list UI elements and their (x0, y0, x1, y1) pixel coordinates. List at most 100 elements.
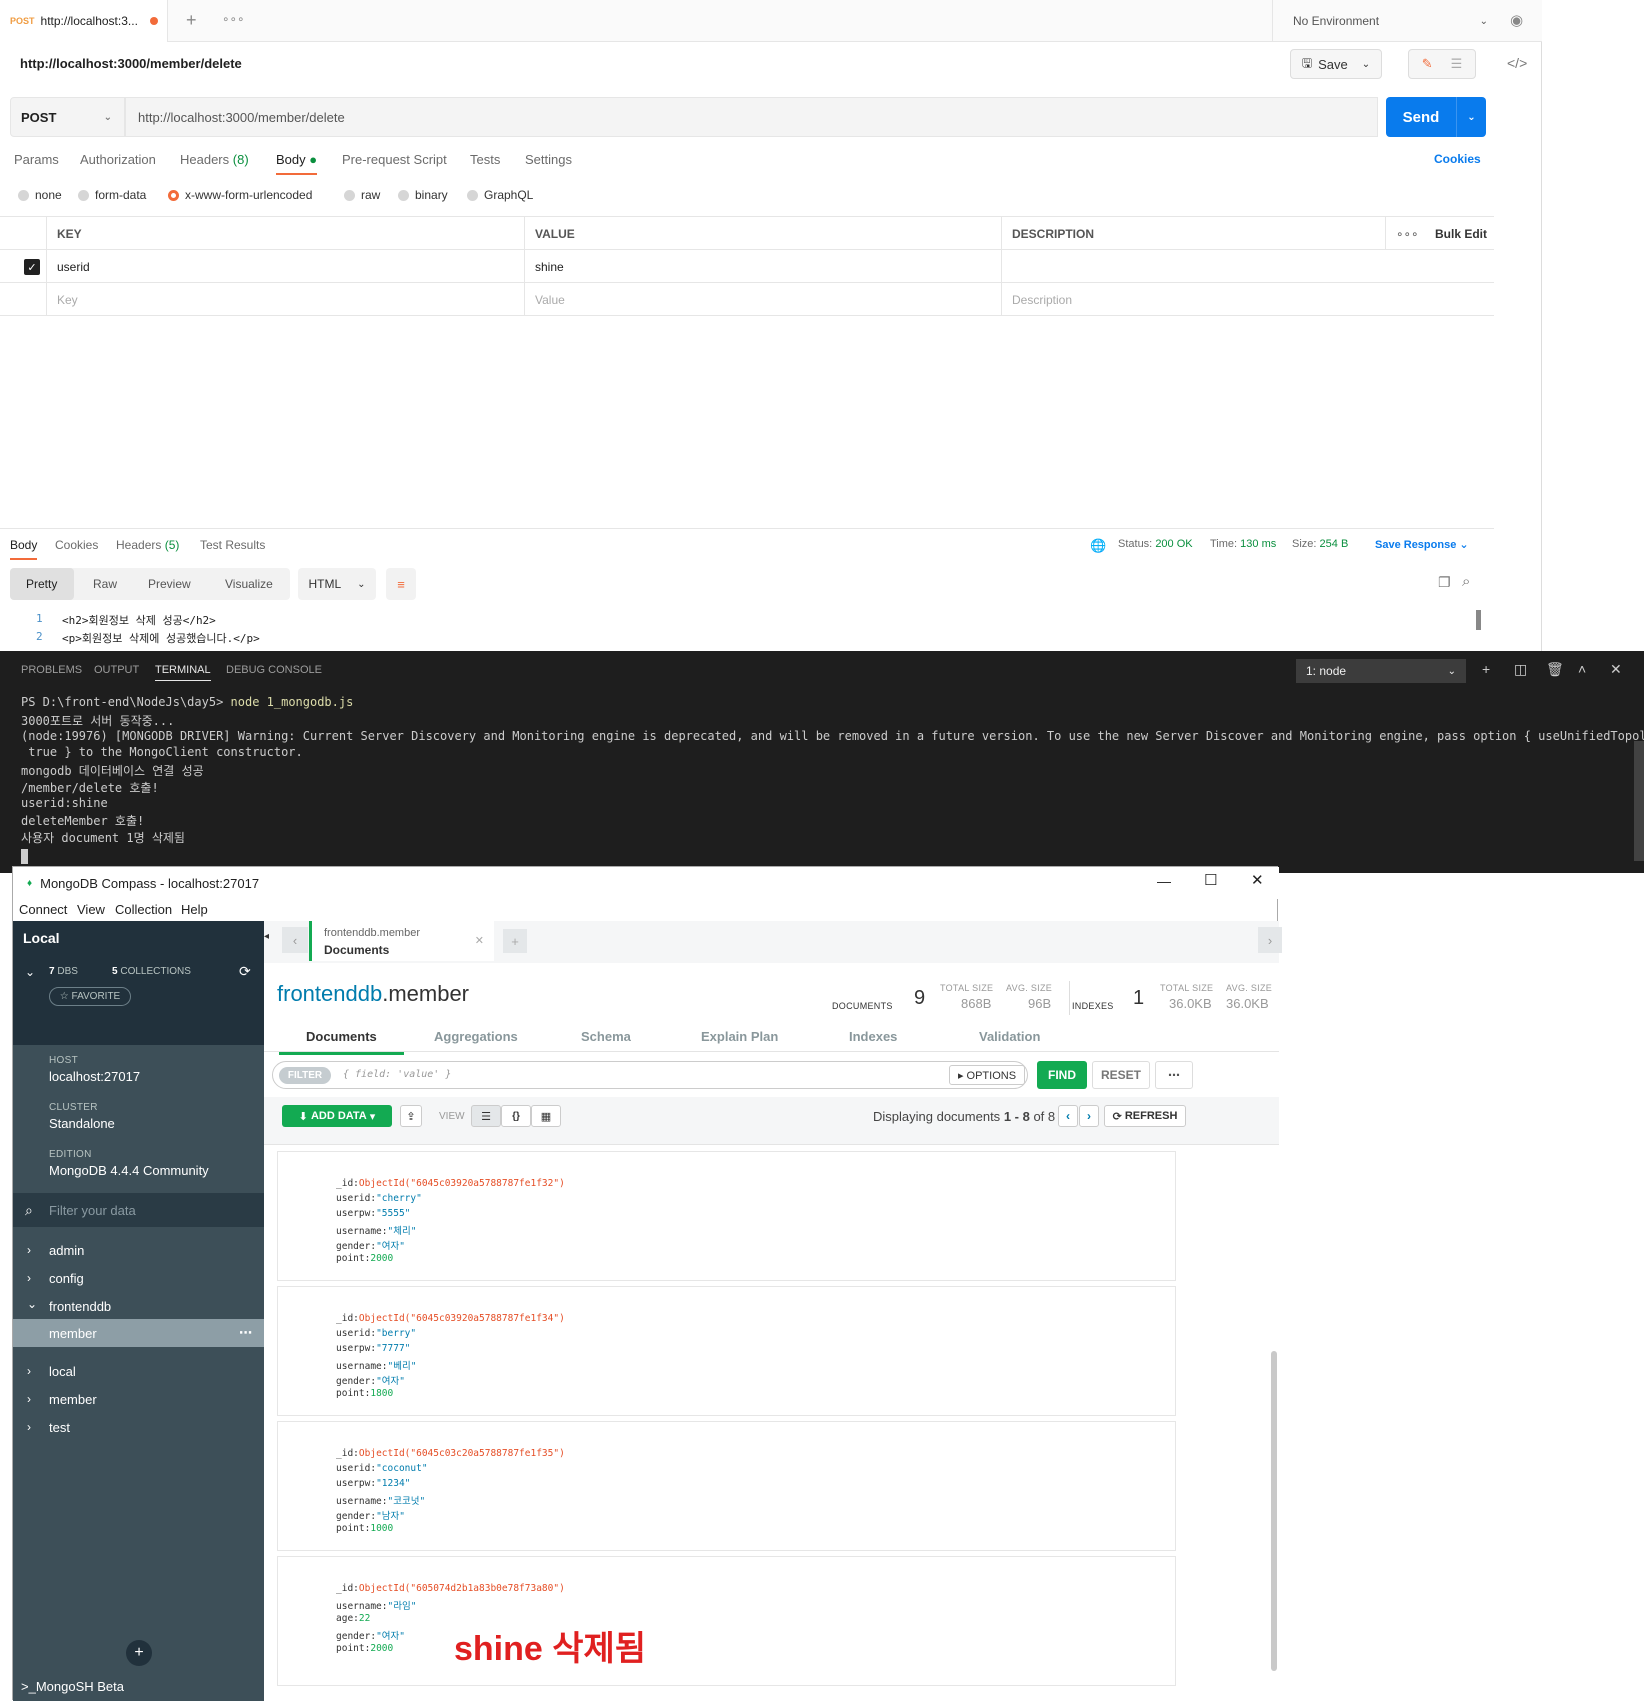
description-placeholder[interactable]: Description (1001, 283, 1494, 316)
chevron-right-icon[interactable]: › (27, 1271, 31, 1285)
radio-none[interactable]: none (18, 188, 62, 202)
radio-raw[interactable]: raw (344, 188, 380, 202)
document-card[interactable]: _id:ObjectId("6045c03c20a5788787fe1f35")… (277, 1421, 1176, 1551)
document-card[interactable]: _id:ObjectId("605074d2b1a83b0e78f73a80")… (277, 1556, 1176, 1686)
bulk-edit-button[interactable]: Bulk Edit (1425, 217, 1494, 250)
tab-headers[interactable]: Headers (8) (180, 152, 249, 167)
close-icon[interactable]: ✕ (1251, 871, 1264, 889)
chevron-right-icon[interactable]: › (27, 1392, 31, 1406)
tab-pre-request[interactable]: Pre-request Script (342, 152, 447, 167)
tab-validation[interactable]: Validation (979, 1029, 1040, 1044)
scrollbar[interactable] (1271, 1351, 1277, 1671)
menu-view[interactable]: View (77, 902, 105, 917)
cookies-link[interactable]: Cookies (1434, 152, 1481, 166)
close-tab-icon[interactable]: ✕ (475, 934, 484, 947)
add-tab-icon[interactable]: + (503, 929, 527, 953)
request-tab[interactable]: POST http://localhost:3... (0, 0, 168, 42)
sidebar-item-member-collection[interactable]: member ⋯ (13, 1319, 264, 1347)
view-pretty[interactable]: Pretty (26, 577, 57, 591)
document-card[interactable]: _id:ObjectId("6045c03920a5788787fe1f32")… (277, 1151, 1176, 1281)
sidebar-item-local[interactable]: local (49, 1364, 76, 1379)
view-visualize[interactable]: Visualize (225, 577, 273, 591)
radio-form-data[interactable]: form-data (78, 188, 146, 202)
json-view-icon[interactable]: {} (501, 1105, 531, 1127)
add-data-button[interactable]: ⬇ ADD DATA ▾ (282, 1105, 392, 1127)
find-button[interactable]: FIND (1037, 1061, 1087, 1089)
tab-back-icon[interactable]: ‹ (282, 927, 308, 953)
trash-icon[interactable]: 🗑 (1546, 661, 1564, 678)
chevron-right-icon[interactable]: › (27, 1420, 31, 1434)
key-placeholder[interactable]: Key (46, 283, 524, 316)
code-icon[interactable]: </> (1507, 55, 1527, 71)
format-select[interactable]: HTML ⌄ (298, 568, 376, 600)
tab-tests[interactable]: Tests (470, 152, 500, 167)
sidebar-filter-input[interactable]: ⌕ Filter your data (13, 1193, 264, 1227)
sidebar-item-member[interactable]: member (49, 1392, 97, 1407)
filter-input[interactable]: FILTER { field: 'value' } ▸ OPTIONS (272, 1061, 1028, 1089)
terminal-select[interactable]: 1: node ⌄ (1296, 659, 1466, 683)
more-icon[interactable]: ⋯ (239, 1325, 252, 1341)
table-view-icon[interactable]: ▦ (531, 1105, 561, 1127)
menu-collection[interactable]: Collection (115, 902, 172, 917)
collapse-sidebar-icon[interactable]: ◂ (264, 931, 269, 942)
view-preview[interactable]: Preview (148, 577, 191, 591)
send-button[interactable]: Send ⌄ (1386, 97, 1486, 137)
tab-explain-plan[interactable]: Explain Plan (701, 1029, 778, 1044)
tab-output[interactable]: OUTPUT (94, 664, 139, 676)
view-raw[interactable]: Raw (93, 577, 117, 591)
url-input[interactable]: http://localhost:3000/member/delete (125, 97, 1378, 137)
collection-tab[interactable]: frontenddb.member Documents ✕ (309, 921, 494, 961)
tab-authorization[interactable]: Authorization (80, 152, 156, 167)
sidebar-item-config[interactable]: config (49, 1271, 84, 1286)
radio-urlencoded[interactable]: x-www-form-urlencoded (168, 188, 312, 202)
copy-icon[interactable]: ❐ (1438, 574, 1451, 591)
tab-settings[interactable]: Settings (525, 152, 572, 167)
resp-tab-headers[interactable]: Headers (5) (116, 538, 179, 552)
resp-tab-cookies[interactable]: Cookies (55, 538, 98, 552)
value-placeholder[interactable]: Value (524, 283, 1001, 316)
chevron-right-icon[interactable]: › (27, 1364, 31, 1378)
close-icon[interactable]: ✕ (1610, 661, 1622, 678)
refresh-button[interactable]: ⟳ REFRESH (1104, 1105, 1186, 1127)
tab-body[interactable]: Body ● (276, 152, 318, 175)
edit-toggle[interactable]: ✎ ☰ (1408, 49, 1476, 79)
eye-icon[interactable]: ◉ (1510, 11, 1523, 29)
menu-connect[interactable]: Connect (19, 902, 67, 917)
chevron-down-icon[interactable]: ⌄ (25, 965, 35, 979)
radio-graphql[interactable]: GraphQL (467, 188, 533, 202)
tab-params[interactable]: Params (14, 152, 59, 167)
scrollbar[interactable] (1634, 741, 1644, 861)
tab-schema[interactable]: Schema (581, 1029, 631, 1044)
favorite-button[interactable]: ☆ FAVORITE (49, 987, 131, 1006)
tab-debug-console[interactable]: DEBUG CONSOLE (226, 664, 322, 676)
more-options-icon[interactable]: ⋯ (1155, 1061, 1193, 1089)
add-tab-icon[interactable]: + (186, 10, 197, 31)
resp-tab-tests[interactable]: Test Results (200, 538, 265, 552)
minimize-icon[interactable]: — (1157, 873, 1171, 889)
tab-aggregations[interactable]: Aggregations (434, 1029, 518, 1044)
tab-problems[interactable]: PROBLEMS (21, 664, 82, 676)
menu-help[interactable]: Help (181, 902, 208, 917)
refresh-icon[interactable]: ⟳ (239, 963, 251, 980)
search-icon[interactable]: ⌕ (1462, 573, 1470, 590)
export-icon[interactable]: ⇪ (400, 1105, 422, 1127)
list-view-icon[interactable]: ☰ (471, 1105, 501, 1127)
prev-page-icon[interactable]: ‹ (1058, 1105, 1078, 1127)
chevron-down-icon[interactable]: ⌄ (27, 1297, 37, 1311)
add-terminal-icon[interactable]: + (1482, 661, 1490, 677)
document-card[interactable]: _id:ObjectId("6045c03920a5788787fe1f34")… (277, 1286, 1176, 1416)
tab-forward-icon[interactable]: › (1258, 927, 1282, 953)
chevron-right-icon[interactable]: › (27, 1243, 31, 1257)
resp-tab-body[interactable]: Body (10, 538, 38, 560)
description-cell[interactable] (1001, 250, 1494, 283)
more-tabs-icon[interactable]: ∘∘∘ (222, 12, 245, 26)
sidebar-item-frontenddb[interactable]: frontenddb (49, 1299, 111, 1314)
create-database-button[interactable]: + (126, 1640, 152, 1666)
checkbox-checked-icon[interactable]: ✓ (24, 259, 40, 275)
options-button[interactable]: ▸ OPTIONS (949, 1065, 1025, 1085)
next-page-icon[interactable]: › (1079, 1105, 1099, 1127)
chevron-down-icon[interactable]: ⌄ (1456, 97, 1486, 137)
method-select[interactable]: POST ⌄ (10, 97, 125, 137)
reset-button[interactable]: RESET (1092, 1061, 1150, 1089)
save-button[interactable]: 🖫 Save ⌄ (1290, 49, 1382, 79)
